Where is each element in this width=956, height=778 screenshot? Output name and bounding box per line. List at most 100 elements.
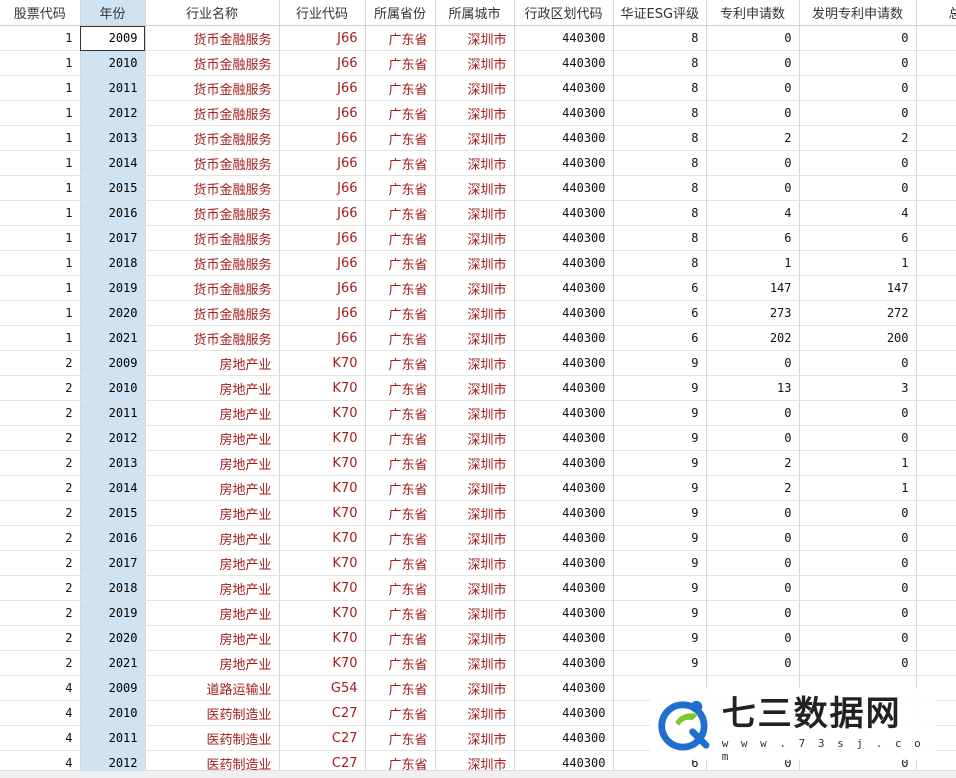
table-cell[interactable]: 440300 — [514, 450, 614, 476]
table-cell[interactable]: 1 — [0, 250, 81, 276]
table-cell[interactable]: 440300 — [514, 400, 614, 426]
table-cell[interactable]: 2 — [706, 125, 800, 151]
column-header[interactable]: 专利申请数 — [706, 0, 800, 26]
table-cell[interactable]: 货币金融服务 — [145, 325, 280, 351]
table-cell[interactable]: 货币金融服务 — [145, 225, 280, 251]
table-cell[interactable]: 货币金融服务 — [145, 125, 280, 151]
table-cell[interactable]: K70 — [279, 375, 366, 401]
table-cell[interactable]: 9 — [613, 350, 707, 376]
table-cell[interactable]: 2015 — [80, 500, 146, 526]
table-cell[interactable] — [916, 575, 956, 601]
table-cell[interactable]: 0 — [706, 350, 800, 376]
table-cell[interactable]: 深圳市 — [435, 425, 515, 451]
column-header[interactable]: 行业代码 — [279, 0, 366, 26]
table-cell[interactable]: 8 — [613, 250, 707, 276]
table-cell[interactable]: 深圳市 — [435, 100, 515, 126]
table-cell[interactable]: 200 — [799, 325, 917, 351]
table-cell[interactable]: 440300 — [514, 300, 614, 326]
table-cell[interactable]: 2 — [0, 450, 81, 476]
table-cell[interactable]: 1 — [0, 25, 81, 51]
table-cell[interactable]: 深圳市 — [435, 300, 515, 326]
table-cell[interactable]: K70 — [279, 575, 366, 601]
table-cell[interactable]: 2018 — [80, 575, 146, 601]
table-cell[interactable]: 0 — [799, 400, 917, 426]
table-cell[interactable]: 0 — [706, 550, 800, 576]
table-cell[interactable] — [916, 425, 956, 451]
table-cell[interactable]: 2021 — [80, 650, 146, 676]
table-cell[interactable]: 深圳市 — [435, 225, 515, 251]
table-cell[interactable]: 房地产业 — [145, 425, 280, 451]
table-cell[interactable]: 1 — [0, 275, 81, 301]
table-cell[interactable]: 9 — [613, 375, 707, 401]
table-cell[interactable]: K70 — [279, 450, 366, 476]
table-cell[interactable]: 2 — [0, 550, 81, 576]
table-cell[interactable]: 广东省 — [365, 625, 436, 651]
table-cell[interactable]: 0 — [706, 50, 800, 76]
table-cell[interactable]: 深圳市 — [435, 700, 515, 726]
table-cell[interactable]: 0 — [799, 25, 917, 51]
table-cell[interactable]: 广东省 — [365, 600, 436, 626]
table-cell[interactable]: 202 — [706, 325, 800, 351]
table-cell[interactable]: 2 — [0, 650, 81, 676]
column-header[interactable]: 华证ESG评级 — [613, 0, 707, 26]
table-cell[interactable]: 440300 — [514, 25, 614, 51]
table-cell[interactable]: 医药制造业 — [145, 700, 280, 726]
table-cell[interactable]: 0 — [799, 525, 917, 551]
table-cell[interactable]: 9 — [613, 475, 707, 501]
table-cell[interactable]: 深圳市 — [435, 75, 515, 101]
table-cell[interactable]: 广东省 — [365, 125, 436, 151]
table-cell[interactable]: 广东省 — [365, 675, 436, 701]
table-cell[interactable]: 广东省 — [365, 250, 436, 276]
column-header[interactable]: 行政区划代码 — [514, 0, 614, 26]
table-cell[interactable]: 0 — [799, 350, 917, 376]
column-header[interactable]: 股票代码 — [0, 0, 81, 26]
table-cell[interactable]: 9 — [613, 450, 707, 476]
table-cell[interactable]: 13 — [706, 375, 800, 401]
table-cell[interactable]: 房地产业 — [145, 525, 280, 551]
table-cell[interactable]: 0 — [799, 425, 917, 451]
table-cell[interactable]: 6 — [706, 225, 800, 251]
table-cell[interactable]: 深圳市 — [435, 575, 515, 601]
table-cell[interactable] — [916, 550, 956, 576]
table-cell[interactable]: 房地产业 — [145, 450, 280, 476]
table-cell[interactable]: 房地产业 — [145, 575, 280, 601]
table-cell[interactable]: 9 — [613, 425, 707, 451]
table-cell[interactable]: 440300 — [514, 225, 614, 251]
table-cell[interactable]: 2 — [0, 350, 81, 376]
table-cell[interactable]: 440300 — [514, 375, 614, 401]
table-cell[interactable]: 广东省 — [365, 700, 436, 726]
column-header[interactable]: 发明专利申请数 — [799, 0, 917, 26]
table-cell[interactable]: 147 — [799, 275, 917, 301]
table-cell[interactable]: C27 — [279, 725, 366, 751]
table-cell[interactable]: 440300 — [514, 75, 614, 101]
column-header[interactable]: 行业名称 — [145, 0, 280, 26]
table-cell[interactable]: 2009 — [80, 25, 146, 51]
table-cell[interactable] — [916, 75, 956, 101]
table-cell[interactable]: K70 — [279, 500, 366, 526]
table-cell[interactable]: 房地产业 — [145, 550, 280, 576]
table-cell[interactable]: K70 — [279, 400, 366, 426]
table-cell[interactable]: 2016 — [80, 200, 146, 226]
table-cell[interactable] — [916, 300, 956, 326]
table-cell[interactable]: 2010 — [80, 50, 146, 76]
table-cell[interactable]: 广东省 — [365, 450, 436, 476]
table-cell[interactable]: J66 — [279, 225, 366, 251]
table-cell[interactable]: 440300 — [514, 475, 614, 501]
table-cell[interactable]: K70 — [279, 425, 366, 451]
table-cell[interactable]: 货币金融服务 — [145, 175, 280, 201]
table-cell[interactable] — [916, 100, 956, 126]
table-cell[interactable]: 广东省 — [365, 50, 436, 76]
table-cell[interactable]: 440300 — [514, 350, 614, 376]
table-cell[interactable]: 深圳市 — [435, 450, 515, 476]
table-cell[interactable]: 2 — [0, 425, 81, 451]
table-cell[interactable]: 440300 — [514, 600, 614, 626]
table-cell[interactable] — [916, 325, 956, 351]
table-cell[interactable]: 0 — [799, 575, 917, 601]
table-cell[interactable] — [916, 500, 956, 526]
table-cell[interactable]: 440300 — [514, 575, 614, 601]
table-cell[interactable]: 2 — [0, 375, 81, 401]
table-cell[interactable]: 2 — [0, 500, 81, 526]
table-cell[interactable]: 深圳市 — [435, 250, 515, 276]
table-cell[interactable]: 房地产业 — [145, 375, 280, 401]
table-cell[interactable]: 2011 — [80, 400, 146, 426]
